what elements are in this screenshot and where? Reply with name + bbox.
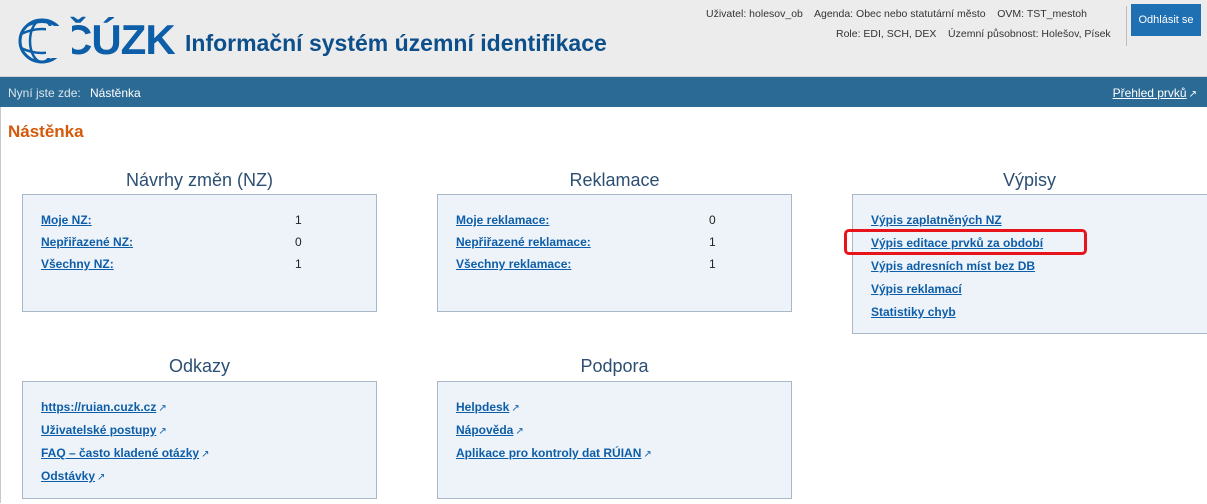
- reklamace-all-count: 1: [709, 257, 716, 271]
- vypisy-item: Výpis zaplatněných NZ: [871, 213, 1002, 227]
- ovm-label: OVM: TST_mestoh: [997, 8, 1087, 20]
- app-title: Informační systém územní identifikace: [185, 30, 607, 56]
- odkazy-box: https://ruian.cuzk.cz ↗ Uživatelské postu…: [22, 381, 377, 499]
- helpdesk-link[interactable]: Helpdesk: [456, 400, 509, 414]
- territory-label: Územní působnost: Holešov, Písek: [948, 28, 1111, 40]
- odkazy-section-title: Odkazy: [168, 356, 231, 376]
- podpora-section-title: Podpora: [580, 356, 649, 376]
- reklamace-all-link[interactable]: Všechny reklamace:: [456, 257, 571, 271]
- agenda-label: Agenda: Obec nebo statutární město: [813, 8, 986, 20]
- odkazy-item: Odstávky ↗: [41, 469, 105, 483]
- odkazy-item: Uživatelské postupy ↗: [41, 423, 167, 437]
- external-link-icon: ↗: [97, 472, 106, 483]
- nz-unassigned-link[interactable]: Nepřiřazené NZ:: [41, 235, 133, 249]
- nz-box: Moje NZ: 1 Nepřiřazené NZ: 0 Všechny NZ:…: [22, 194, 377, 312]
- overview-link-label: Přehled prvků: [1112, 86, 1187, 100]
- reklamace-row-mine: Moje reklamace: 0: [456, 213, 771, 229]
- user-info-line1: Uživatel: holesov_ob Agenda: Obec nebo s…: [706, 8, 1087, 20]
- cuzk-logo[interactable]: ČÚZK: [16, 10, 176, 70]
- vypisy-item: Výpis adresních míst bez DB: [871, 259, 1035, 273]
- overview-link[interactable]: Přehled prvků ↗: [1113, 86, 1197, 100]
- nz-all-link[interactable]: Všechny NZ:: [41, 257, 114, 271]
- breadcrumb-prefix: Nyní jste zde:: [8, 86, 81, 100]
- logout-button[interactable]: Odhlásit se: [1131, 4, 1201, 36]
- nz-row-unassigned: Nepřiřazené NZ: 0: [41, 235, 356, 251]
- vypisy-section-title: Výpisy: [1002, 170, 1056, 190]
- logo-text: ČÚZK: [62, 16, 176, 63]
- podpora-box: Helpdesk ↗ Nápověda ↗ Aplikace pro kontrol…: [437, 381, 792, 499]
- user-label: Uživatel: holesov_ob: [706, 8, 803, 20]
- page-title: Nástěnka: [8, 122, 84, 141]
- vypisy-item: Statistiky chyb: [871, 305, 956, 319]
- user-info-line2: Role: EDI, SCH, DEX Územní působnost: Ho…: [836, 28, 1111, 40]
- external-link-icon: ↗: [158, 403, 167, 414]
- header-divider: [1126, 6, 1127, 46]
- breadcrumb-bar: Nyní jste zde: Nástěnka Přehled prvků ↗: [0, 77, 1207, 107]
- breadcrumb-current: Nástěnka: [90, 86, 141, 100]
- statistiky-chyb-link[interactable]: Statistiky chyb: [871, 305, 956, 319]
- nz-mine-link[interactable]: Moje NZ:: [41, 213, 92, 227]
- role-label: Role: EDI, SCH, DEX: [836, 28, 937, 40]
- kontroly-dat-link[interactable]: Aplikace pro kontroly dat RÚIAN: [456, 446, 641, 460]
- nz-section-title: Návrhy změn (NZ): [125, 170, 273, 190]
- nz-all-count: 1: [295, 257, 302, 271]
- nz-row-mine: Moje NZ: 1: [41, 213, 356, 229]
- nz-unassigned-count: 0: [295, 235, 302, 249]
- podpora-item: Nápověda ↗: [456, 423, 524, 437]
- external-link-icon: ↗: [158, 426, 167, 437]
- app-header: ČÚZK Informační systém územní identifika…: [0, 0, 1207, 77]
- reklamace-mine-link[interactable]: Moje reklamace:: [456, 213, 549, 227]
- highlight-annotation: [844, 229, 1087, 255]
- odkazy-item: https://ruian.cuzk.cz ↗: [41, 400, 167, 414]
- nz-row-all: Všechny NZ: 1: [41, 257, 356, 273]
- vypis-zaplatnenych-link[interactable]: Výpis zaplatněných NZ: [871, 213, 1002, 227]
- reklamace-section-title: Reklamace: [569, 170, 660, 190]
- odkazy-item: FAQ – často kladené otázky ↗: [41, 446, 209, 460]
- podpora-item: Aplikace pro kontroly dat RÚIAN ↗: [456, 446, 652, 460]
- vypisy-item: Výpis reklamací: [871, 282, 962, 296]
- faq-link[interactable]: FAQ – často kladené otázky: [41, 446, 199, 460]
- cuzk-logo-icon: [16, 14, 72, 66]
- vypis-adresnich-mist-link[interactable]: Výpis adresních míst bez DB: [871, 259, 1035, 273]
- external-link-icon: ↗: [515, 426, 524, 437]
- reklamace-unassigned-link[interactable]: Nepřiřazené reklamace:: [456, 235, 591, 249]
- ruian-web-link[interactable]: https://ruian.cuzk.cz: [41, 400, 156, 414]
- reklamace-row-all: Všechny reklamace: 1: [456, 257, 771, 273]
- odstavky-link[interactable]: Odstávky: [41, 469, 95, 483]
- reklamace-box: Moje reklamace: 0 Nepřiřazené reklamace:…: [437, 194, 792, 312]
- external-link-icon: ↗: [201, 449, 210, 460]
- napoveda-link[interactable]: Nápověda: [456, 423, 513, 437]
- podpora-item: Helpdesk ↗: [456, 400, 520, 414]
- reklamace-row-unassigned: Nepřiřazené reklamace: 1: [456, 235, 771, 251]
- reklamace-mine-count: 0: [709, 213, 716, 227]
- external-link-icon: ↗: [511, 403, 520, 414]
- external-link-icon: ↗: [643, 449, 652, 460]
- external-link-icon: ↗: [1188, 89, 1197, 100]
- uzivatelske-postupy-link[interactable]: Uživatelské postupy: [41, 423, 156, 437]
- reklamace-unassigned-count: 1: [709, 235, 716, 249]
- vypis-reklamaci-link[interactable]: Výpis reklamací: [871, 282, 962, 296]
- nz-mine-count: 1: [295, 213, 302, 227]
- vypisy-box: Výpis zaplatněných NZ Výpis editace prvk…: [852, 194, 1207, 334]
